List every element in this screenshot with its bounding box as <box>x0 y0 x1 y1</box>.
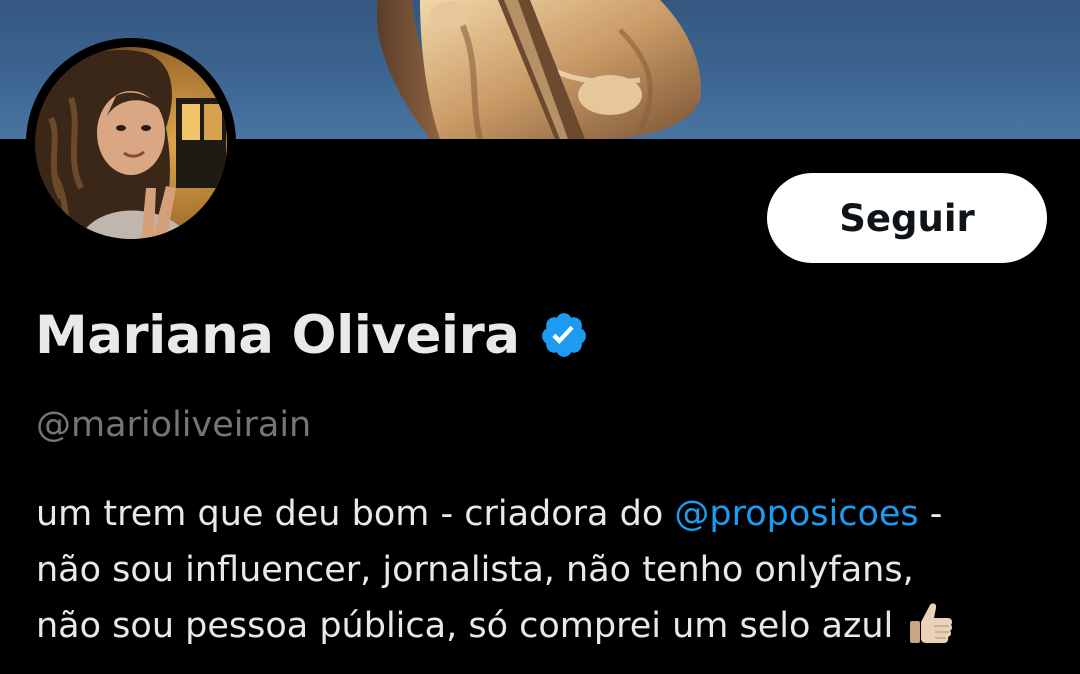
thumbs-up-emoji-icon <box>910 603 953 643</box>
bio-mention-link[interactable]: @proposicoes <box>674 494 918 534</box>
bio-text: não sou pessoa pública, só comprei um se… <box>36 606 894 646</box>
verified-badge-icon[interactable] <box>539 310 589 360</box>
avatar-photo <box>26 38 236 248</box>
profile-page: Seguir Mariana Oliveira @marioliveirain … <box>0 0 1080 674</box>
profile-name-row: Mariana Oliveira <box>35 300 589 370</box>
bio-text: um trem que deu bom - criadora do <box>36 494 675 534</box>
profile-bio: um trem que deu bom - criadora do @propo… <box>36 486 1066 654</box>
bio-text: - <box>918 494 943 534</box>
profile-avatar[interactable] <box>26 38 236 248</box>
bio-line-1: um trem que deu bom - criadora do @propo… <box>36 486 1066 542</box>
follow-button[interactable]: Seguir <box>767 173 1047 263</box>
profile-handle: @marioliveirain <box>36 405 312 445</box>
bio-line-3: não sou pessoa pública, só comprei um se… <box>36 598 1066 654</box>
bio-line-2: não sou influencer, jornalista, não tenh… <box>36 550 914 590</box>
display-name: Mariana Oliveira <box>35 304 520 366</box>
